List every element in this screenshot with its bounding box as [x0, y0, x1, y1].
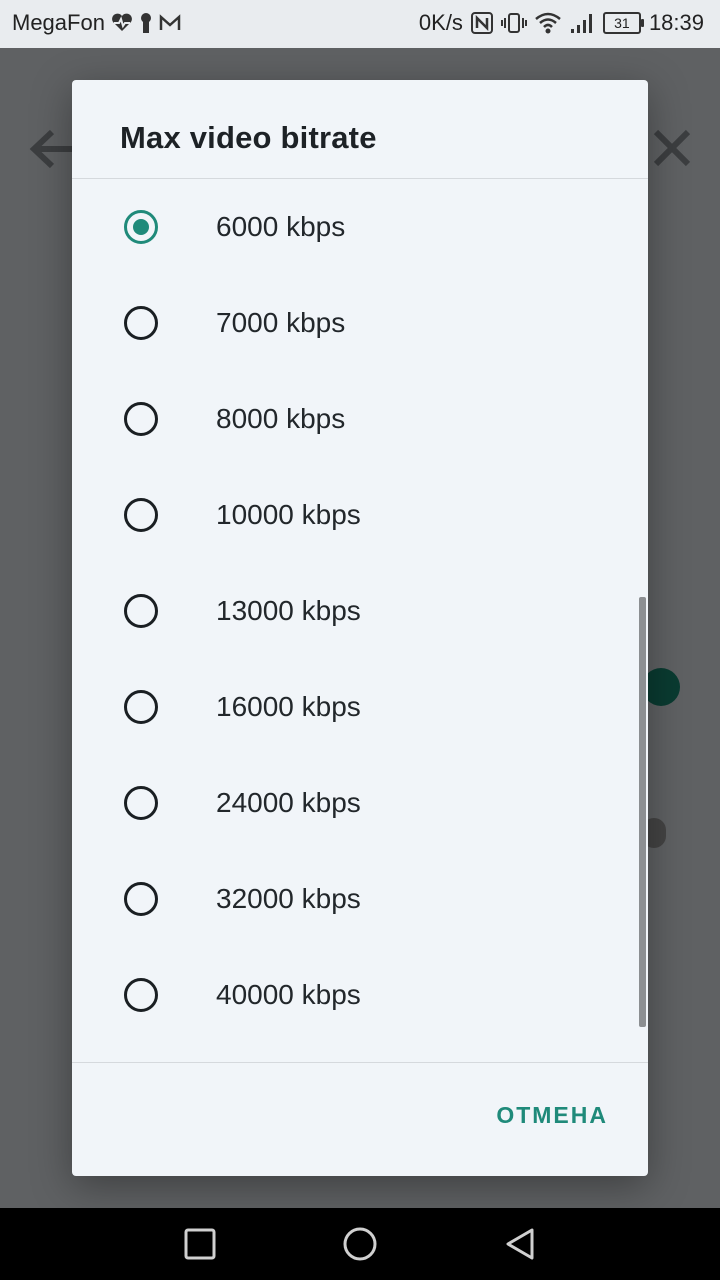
option-label: 16000 kbps [216, 691, 361, 722]
radio-unselected-icon[interactable] [124, 594, 158, 628]
option-32000[interactable]: 32000 kbps [72, 851, 648, 947]
option-7000[interactable]: 7000 kbps [72, 275, 648, 371]
option-13000[interactable]: 13000 kbps [72, 563, 648, 659]
radio-unselected-icon[interactable] [124, 978, 158, 1012]
vibrate-icon [500, 12, 527, 34]
option-label: 10000 kbps [216, 499, 361, 530]
heart-pulse-icon [111, 13, 133, 33]
wifi-icon [535, 12, 561, 34]
radio-unselected-icon[interactable] [124, 690, 158, 724]
carrier-name: MegaFon [12, 10, 105, 35]
nfc-icon [470, 12, 493, 34]
signal-icon [569, 12, 595, 34]
battery-icon: 31 [602, 12, 644, 34]
option-label: 8000 kbps [216, 403, 346, 434]
option-24000[interactable]: 24000 kbps [72, 755, 648, 851]
bitrate-dialog: Max video bitrate 6000 kbps 7000 kbps 80… [72, 80, 648, 1176]
radio-unselected-icon[interactable] [124, 402, 158, 436]
option-label: 24000 kbps [216, 787, 361, 818]
option-6000[interactable]: 6000 kbps [72, 179, 648, 275]
option-10000[interactable]: 10000 kbps [72, 467, 648, 563]
radio-selected-icon[interactable] [124, 210, 158, 244]
battery-level: 31 [614, 15, 630, 31]
back-triangle-icon[interactable] [502, 1226, 538, 1262]
status-right: 0K/s 31 18:39 [419, 10, 704, 36]
net-speed: 0K/s [418, 10, 463, 35]
dialog-header: Max video bitrate [72, 80, 648, 178]
option-label: 13000 kbps [216, 595, 361, 626]
option-label: 6000 kbps [216, 211, 346, 242]
recents-square-icon[interactable] [182, 1226, 218, 1262]
keyhole-icon [139, 12, 153, 34]
radio-unselected-icon[interactable] [124, 498, 158, 532]
home-circle-icon[interactable] [342, 1226, 378, 1262]
radio-unselected-icon[interactable] [124, 882, 158, 916]
divider [72, 1062, 648, 1063]
radio-unselected-icon[interactable] [124, 306, 158, 340]
bitrate-options-list: 6000 kbps 7000 kbps 8000 kbps 10000 kbps… [72, 179, 648, 1061]
option-16000[interactable]: 16000 kbps [72, 659, 648, 755]
list-scrollbar[interactable] [639, 597, 646, 1027]
option-8000[interactable]: 8000 kbps [72, 371, 648, 467]
status-left: MegaFon [12, 10, 181, 36]
cancel-button[interactable]: ОТМЕНА [496, 1102, 608, 1129]
mail-icon [159, 14, 181, 32]
status-bar: MegaFon 0K/s 31 18:39 [0, 0, 720, 48]
option-label: 32000 kbps [216, 883, 361, 914]
option-40000[interactable]: 40000 kbps [72, 947, 648, 1043]
navigation-bar [0, 1208, 720, 1280]
close-icon [653, 129, 691, 167]
option-label: 7000 kbps [216, 307, 346, 338]
dialog-title: Max video bitrate [120, 120, 377, 155]
option-label: 40000 kbps [216, 979, 361, 1010]
clock: 18:39 [648, 10, 704, 35]
radio-unselected-icon[interactable] [124, 786, 158, 820]
